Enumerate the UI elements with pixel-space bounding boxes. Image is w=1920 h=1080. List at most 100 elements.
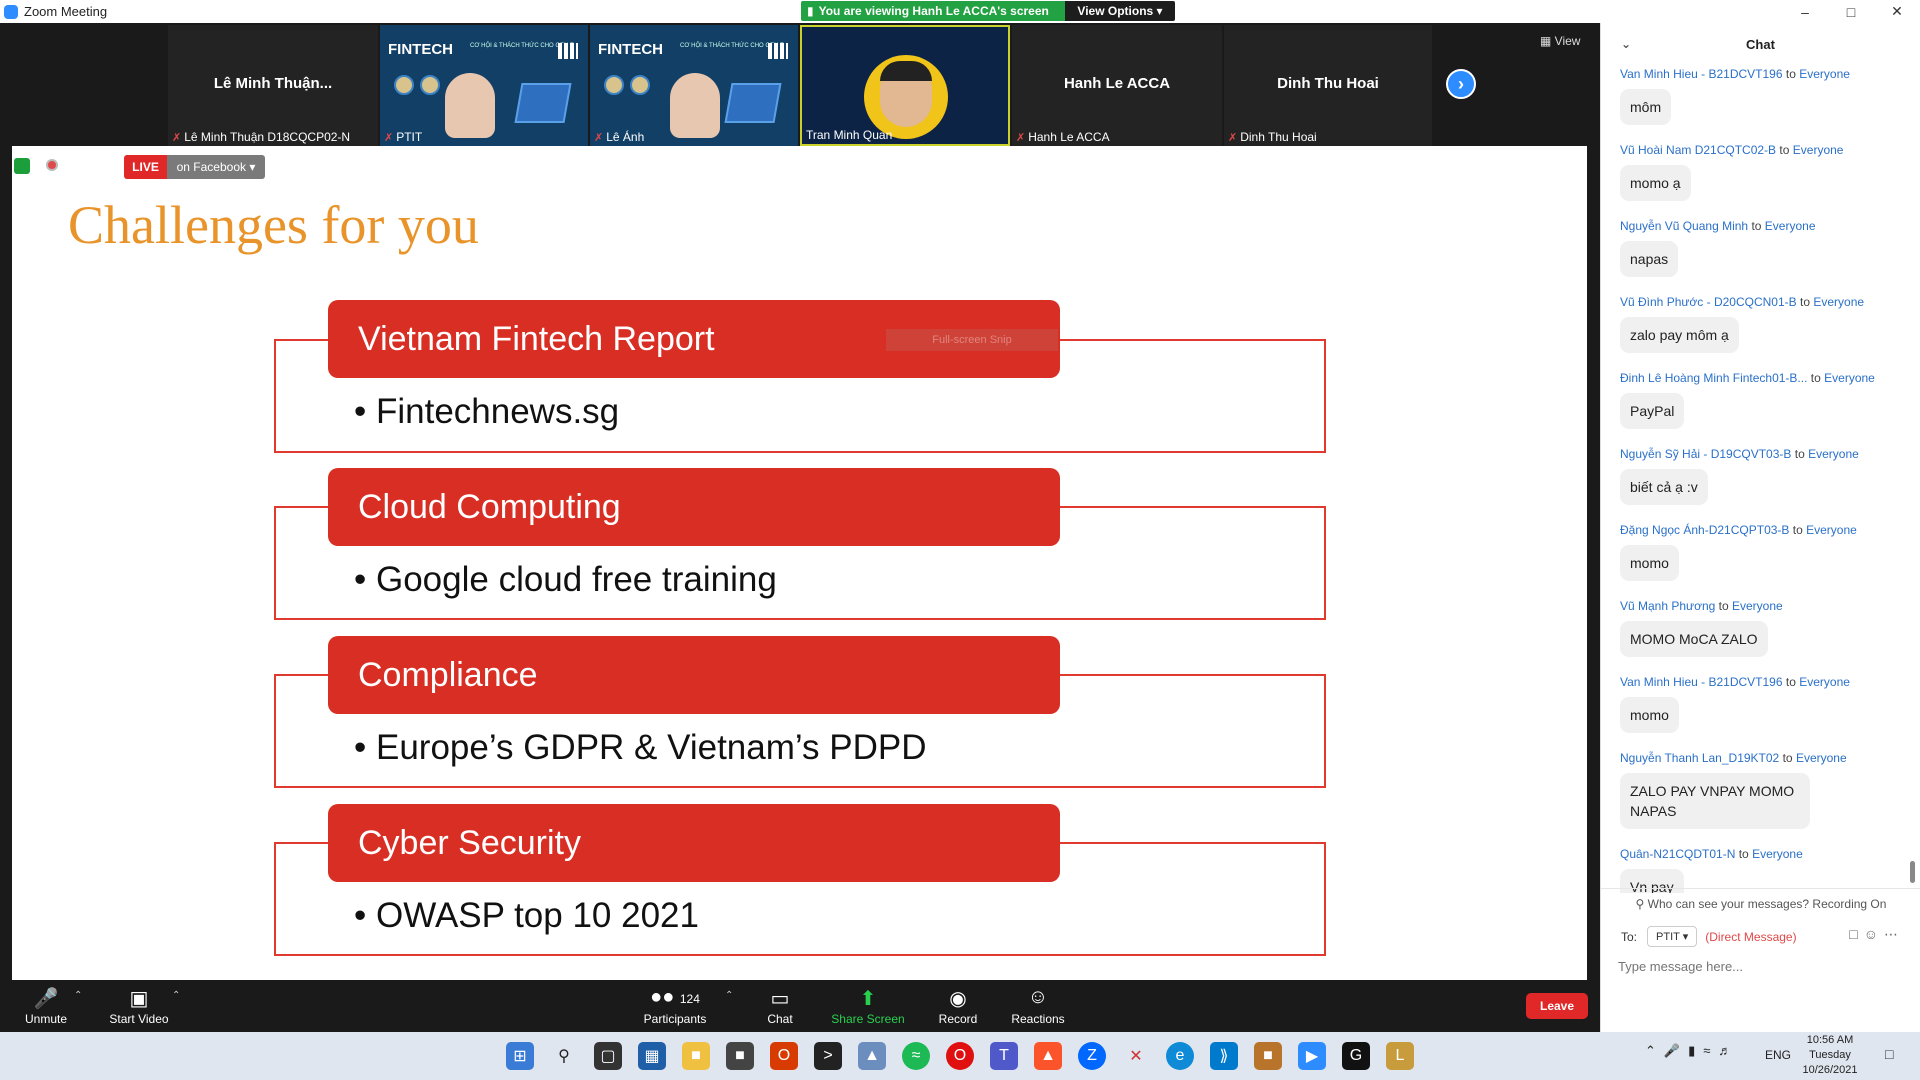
viewing-text: You are viewing Hanh Le ACCA's screen bbox=[818, 4, 1049, 18]
notification-icon[interactable]: □ bbox=[1885, 1046, 1893, 1062]
chat-message[interactable]: Van Minh Hieu - B21DCVT196 to Everyone mô… bbox=[1620, 65, 1920, 141]
taskbar-clock[interactable]: 10:56 AM Tuesday 10/26/2021 bbox=[1800, 1033, 1860, 1078]
direct-message-tag: (Direct Message) bbox=[1705, 929, 1797, 944]
chat-message[interactable]: Vũ Mạnh Phương to Everyone MOMO MoCA ZALO bbox=[1620, 597, 1920, 673]
participant-label-text: Hanh Le ACCA bbox=[1028, 130, 1110, 144]
store-icon[interactable]: ■ bbox=[726, 1042, 754, 1070]
windows-start-icon[interactable]: ⊞ bbox=[506, 1042, 534, 1070]
unmute-button[interactable]: 🎤 Unmute bbox=[20, 980, 72, 1032]
recording-icon[interactable] bbox=[46, 159, 58, 171]
league-icon[interactable]: L bbox=[1386, 1042, 1414, 1070]
garena-icon[interactable]: G bbox=[1342, 1042, 1370, 1070]
participant-label-text: Dinh Thu Hoai bbox=[1240, 130, 1317, 144]
video-tile[interactable]: FINTECH CƠ HỘI & THÁCH THỨC CHO GEN Z ✗ L… bbox=[590, 25, 798, 146]
chat-privacy-note[interactable]: ⚲ Who can see your messages? Recording O… bbox=[1601, 888, 1920, 911]
maximize-button[interactable]: □ bbox=[1828, 0, 1874, 23]
language-indicator[interactable]: ENG bbox=[1765, 1048, 1791, 1062]
teams-icon[interactable]: T bbox=[990, 1042, 1018, 1070]
to-label: To: bbox=[1621, 929, 1638, 944]
live-badge[interactable]: LIVE bbox=[124, 155, 167, 179]
file-icon[interactable]: □ bbox=[1849, 926, 1863, 942]
chat-sender[interactable]: Vũ Mạnh Phương bbox=[1620, 599, 1715, 613]
share-screen-button[interactable]: ⬆ Share Screen bbox=[830, 980, 906, 1032]
search-icon[interactable]: ⚲ bbox=[550, 1042, 578, 1070]
chat-sender[interactable]: Van Minh Hieu - B21DCVT196 bbox=[1620, 675, 1783, 689]
chat-message-input[interactable] bbox=[1618, 953, 1908, 979]
task-view-icon[interactable]: ▢ bbox=[594, 1042, 622, 1070]
close-button[interactable]: ✕ bbox=[1874, 0, 1920, 23]
video-tile[interactable]: Hanh Le ACCA ✗ Hanh Le ACCA bbox=[1012, 25, 1222, 146]
view-button[interactable]: ▦ View bbox=[1540, 34, 1580, 48]
spotify-icon[interactable]: ≈ bbox=[902, 1042, 930, 1070]
minimize-button[interactable]: – bbox=[1782, 0, 1828, 23]
chevron-down-icon[interactable]: ⌄ bbox=[1621, 37, 1631, 51]
file-explorer-icon[interactable]: ■ bbox=[682, 1042, 710, 1070]
reactions-button[interactable]: ☺ Reactions bbox=[1010, 980, 1066, 1032]
start-video-button[interactable]: ▣ Start Video bbox=[104, 980, 174, 1032]
chat-sender[interactable]: Vũ Hoài Nam D21CQTC02-B bbox=[1620, 143, 1776, 157]
audio-options-caret[interactable]: ⌃ bbox=[74, 990, 82, 1001]
chat-message[interactable]: Nguyễn Vũ Quang Minh to Everyone napas bbox=[1620, 217, 1920, 293]
record-button[interactable]: ◉ Record bbox=[935, 980, 981, 1032]
video-tile[interactable]: FINTECH CƠ HỘI & THÁCH THỨC CHO GEN Z ✗ P… bbox=[380, 25, 588, 146]
unmute-label: Unmute bbox=[24, 1012, 68, 1026]
chat-message-text: momo bbox=[1620, 697, 1679, 733]
system-tray-icons[interactable]: ⌃🎤▮≈♬ bbox=[1645, 1043, 1739, 1059]
chat-message[interactable]: Quân-N21CQDT01-N to Everyone Vn pay bbox=[1620, 845, 1920, 893]
zalo-icon[interactable]: Z bbox=[1078, 1042, 1106, 1070]
chat-message[interactable]: Nguyễn Thanh Lan_D19KT02 to Everyone ZALO… bbox=[1620, 749, 1920, 845]
chat-button[interactable]: ▭ Chat bbox=[760, 980, 800, 1032]
participants-button[interactable]: ●● 124 Participants bbox=[640, 980, 710, 1032]
chat-message-list[interactable]: Van Minh Hieu - B21DCVT196 to Everyone mô… bbox=[1601, 65, 1920, 893]
video-tile-active-speaker[interactable]: Tran Minh Quan bbox=[800, 25, 1010, 146]
leave-button[interactable]: Leave bbox=[1526, 993, 1588, 1019]
brave-icon[interactable]: ▲ bbox=[1034, 1042, 1062, 1070]
chat-sender[interactable]: Nguyễn Vũ Quang Minh bbox=[1620, 219, 1748, 233]
chat-sender[interactable]: Van Minh Hieu - B21DCVT196 bbox=[1620, 67, 1783, 81]
server-illustration bbox=[724, 83, 782, 123]
muted-mic-icon: ✗ bbox=[1228, 131, 1238, 144]
next-page-button[interactable]: › bbox=[1446, 69, 1476, 99]
chat-sender-line: Quân-N21CQDT01-N to Everyone bbox=[1620, 845, 1920, 863]
chat-sender[interactable]: Quân-N21CQDT01-N bbox=[1620, 847, 1735, 861]
chat-sender[interactable]: Đặng Ngọc Ánh-D21CQPT03-B bbox=[1620, 523, 1789, 537]
chat-sender[interactable]: Đinh Lê Hoàng Minh Fintech01-B... bbox=[1620, 371, 1807, 385]
live-platform-dropdown[interactable]: on Facebook ▾ bbox=[167, 155, 265, 179]
video-off-icon: ▣ bbox=[129, 988, 149, 1010]
slide-bullet: • Europe’s GDPR & Vietnam’s PDPD bbox=[354, 728, 927, 767]
recipient-dropdown[interactable]: PTIT ▾ bbox=[1647, 926, 1698, 947]
vscode-icon[interactable]: ⟫ bbox=[1210, 1042, 1238, 1070]
chat-message[interactable]: Vũ Đình Phước - D20CQCN01-B to Everyone z… bbox=[1620, 293, 1920, 369]
photos-icon[interactable]: ▲ bbox=[858, 1042, 886, 1070]
office-icon[interactable]: O bbox=[770, 1042, 798, 1070]
snipping-tool-icon[interactable]: ✕ bbox=[1122, 1042, 1150, 1070]
video-strip: Lê Minh Thuận... ✗ Lê Minh Thuận D18CQCP0… bbox=[0, 23, 1600, 146]
chat-scrollbar[interactable] bbox=[1910, 861, 1915, 883]
chat-recipient: Everyone bbox=[1808, 447, 1859, 461]
chat-sender[interactable]: Nguyễn Thanh Lan_D19KT02 bbox=[1620, 751, 1779, 765]
chat-sender[interactable]: Nguyễn Sỹ Hải - D19CQVT03-B bbox=[1620, 447, 1791, 461]
emoji-icon[interactable]: ☺ bbox=[1864, 926, 1884, 942]
video-options-caret[interactable]: ⌃ bbox=[172, 990, 180, 1001]
chat-message[interactable]: Đặng Ngọc Ánh-D21CQPT03-B to Everyone mom… bbox=[1620, 521, 1920, 597]
participants-caret[interactable]: ⌃ bbox=[725, 990, 733, 1001]
chat-message[interactable]: Đinh Lê Hoàng Minh Fintech01-B... to Eve… bbox=[1620, 369, 1920, 445]
widgets-icon[interactable]: ▦ bbox=[638, 1042, 666, 1070]
view-options-button[interactable]: View Options ▾ bbox=[1065, 1, 1175, 21]
more-icon[interactable]: ⋯ bbox=[1884, 926, 1904, 942]
chat-sender[interactable]: Vũ Đình Phước - D20CQCN01-B bbox=[1620, 295, 1797, 309]
terminal-icon[interactable]: > bbox=[814, 1042, 842, 1070]
security-shield-icon[interactable] bbox=[14, 158, 30, 174]
video-tile[interactable]: Dinh Thu Hoai ✗ Dinh Thu Hoai bbox=[1224, 25, 1432, 146]
archive-icon[interactable]: ■ bbox=[1254, 1042, 1282, 1070]
opera-icon[interactable]: O bbox=[946, 1042, 974, 1070]
participants-count: 124 bbox=[679, 992, 700, 1006]
zoom-icon[interactable]: ▶ bbox=[1298, 1042, 1326, 1070]
compose-actions: □☺⋯ bbox=[1849, 926, 1904, 943]
chat-message[interactable]: Vũ Hoài Nam D21CQTC02-B to Everyone momo … bbox=[1620, 141, 1920, 217]
video-tile[interactable]: Lê Minh Thuận... ✗ Lê Minh Thuận D18CQCP0… bbox=[168, 25, 378, 146]
edge-icon[interactable]: e bbox=[1166, 1042, 1194, 1070]
chat-message[interactable]: Van Minh Hieu - B21DCVT196 to Everyone mo… bbox=[1620, 673, 1920, 749]
chat-message[interactable]: Nguyễn Sỹ Hải - D19CQVT03-B to Everyone b… bbox=[1620, 445, 1920, 521]
chat-sender-line: Vũ Mạnh Phương to Everyone bbox=[1620, 597, 1920, 615]
